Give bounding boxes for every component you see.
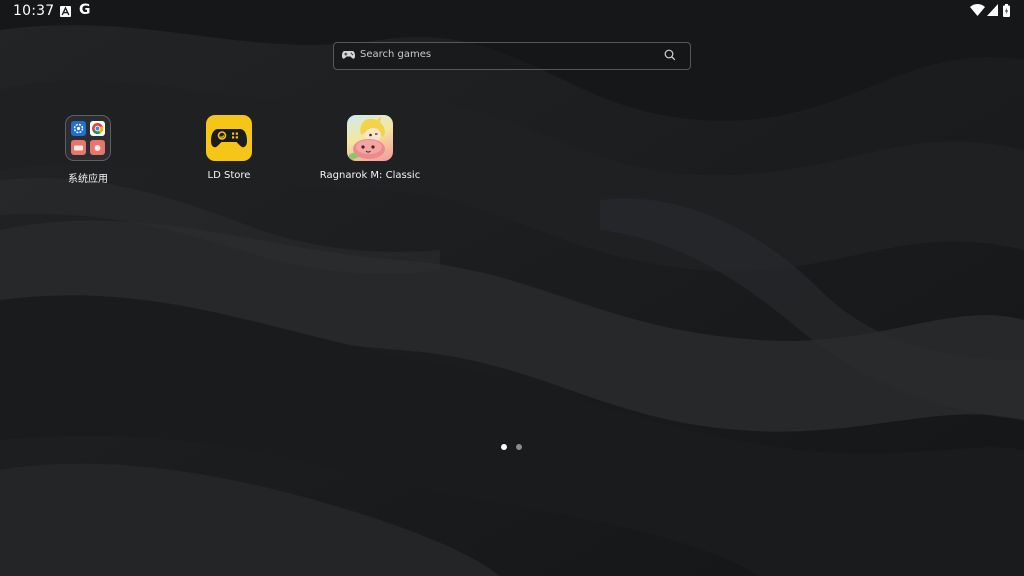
search-bar[interactable]: Search games xyxy=(333,42,691,70)
status-right-icons xyxy=(970,4,1012,20)
ld-store-gamepad-icon xyxy=(206,115,252,161)
app-icon xyxy=(90,140,105,155)
app-icon xyxy=(71,140,86,155)
chrome-icon xyxy=(90,121,105,136)
ragnarok-game-icon xyxy=(347,115,393,161)
app-folder-system[interactable]: 系统应用 xyxy=(33,115,143,195)
folder-icon xyxy=(65,115,111,161)
page-dot-active[interactable] xyxy=(501,444,507,450)
status-bar: 10:37 G xyxy=(0,0,1024,24)
google-icon: G xyxy=(79,2,91,18)
app-label: 系统应用 xyxy=(68,174,108,185)
wallpaper xyxy=(0,0,1024,576)
search-placeholder: Search games xyxy=(360,49,432,60)
settings-icon xyxy=(71,121,86,136)
search-icon[interactable] xyxy=(664,49,676,61)
app-label: LD Store xyxy=(207,170,251,181)
app-ld-store[interactable]: LD Store xyxy=(174,115,284,195)
page-dot[interactable] xyxy=(516,444,522,450)
gamepad-icon xyxy=(342,51,355,59)
page-indicator xyxy=(500,444,524,452)
app-ragnarok-m-classic[interactable]: Ragnarok M: Classic xyxy=(315,115,425,195)
app-label: Ragnarok M: Classic xyxy=(319,170,421,181)
status-time: 10:37 xyxy=(13,3,55,19)
wifi-icon xyxy=(970,4,985,16)
a-notification-icon xyxy=(60,6,71,17)
cell-signal-icon xyxy=(987,4,998,16)
battery-icon xyxy=(1003,4,1010,17)
